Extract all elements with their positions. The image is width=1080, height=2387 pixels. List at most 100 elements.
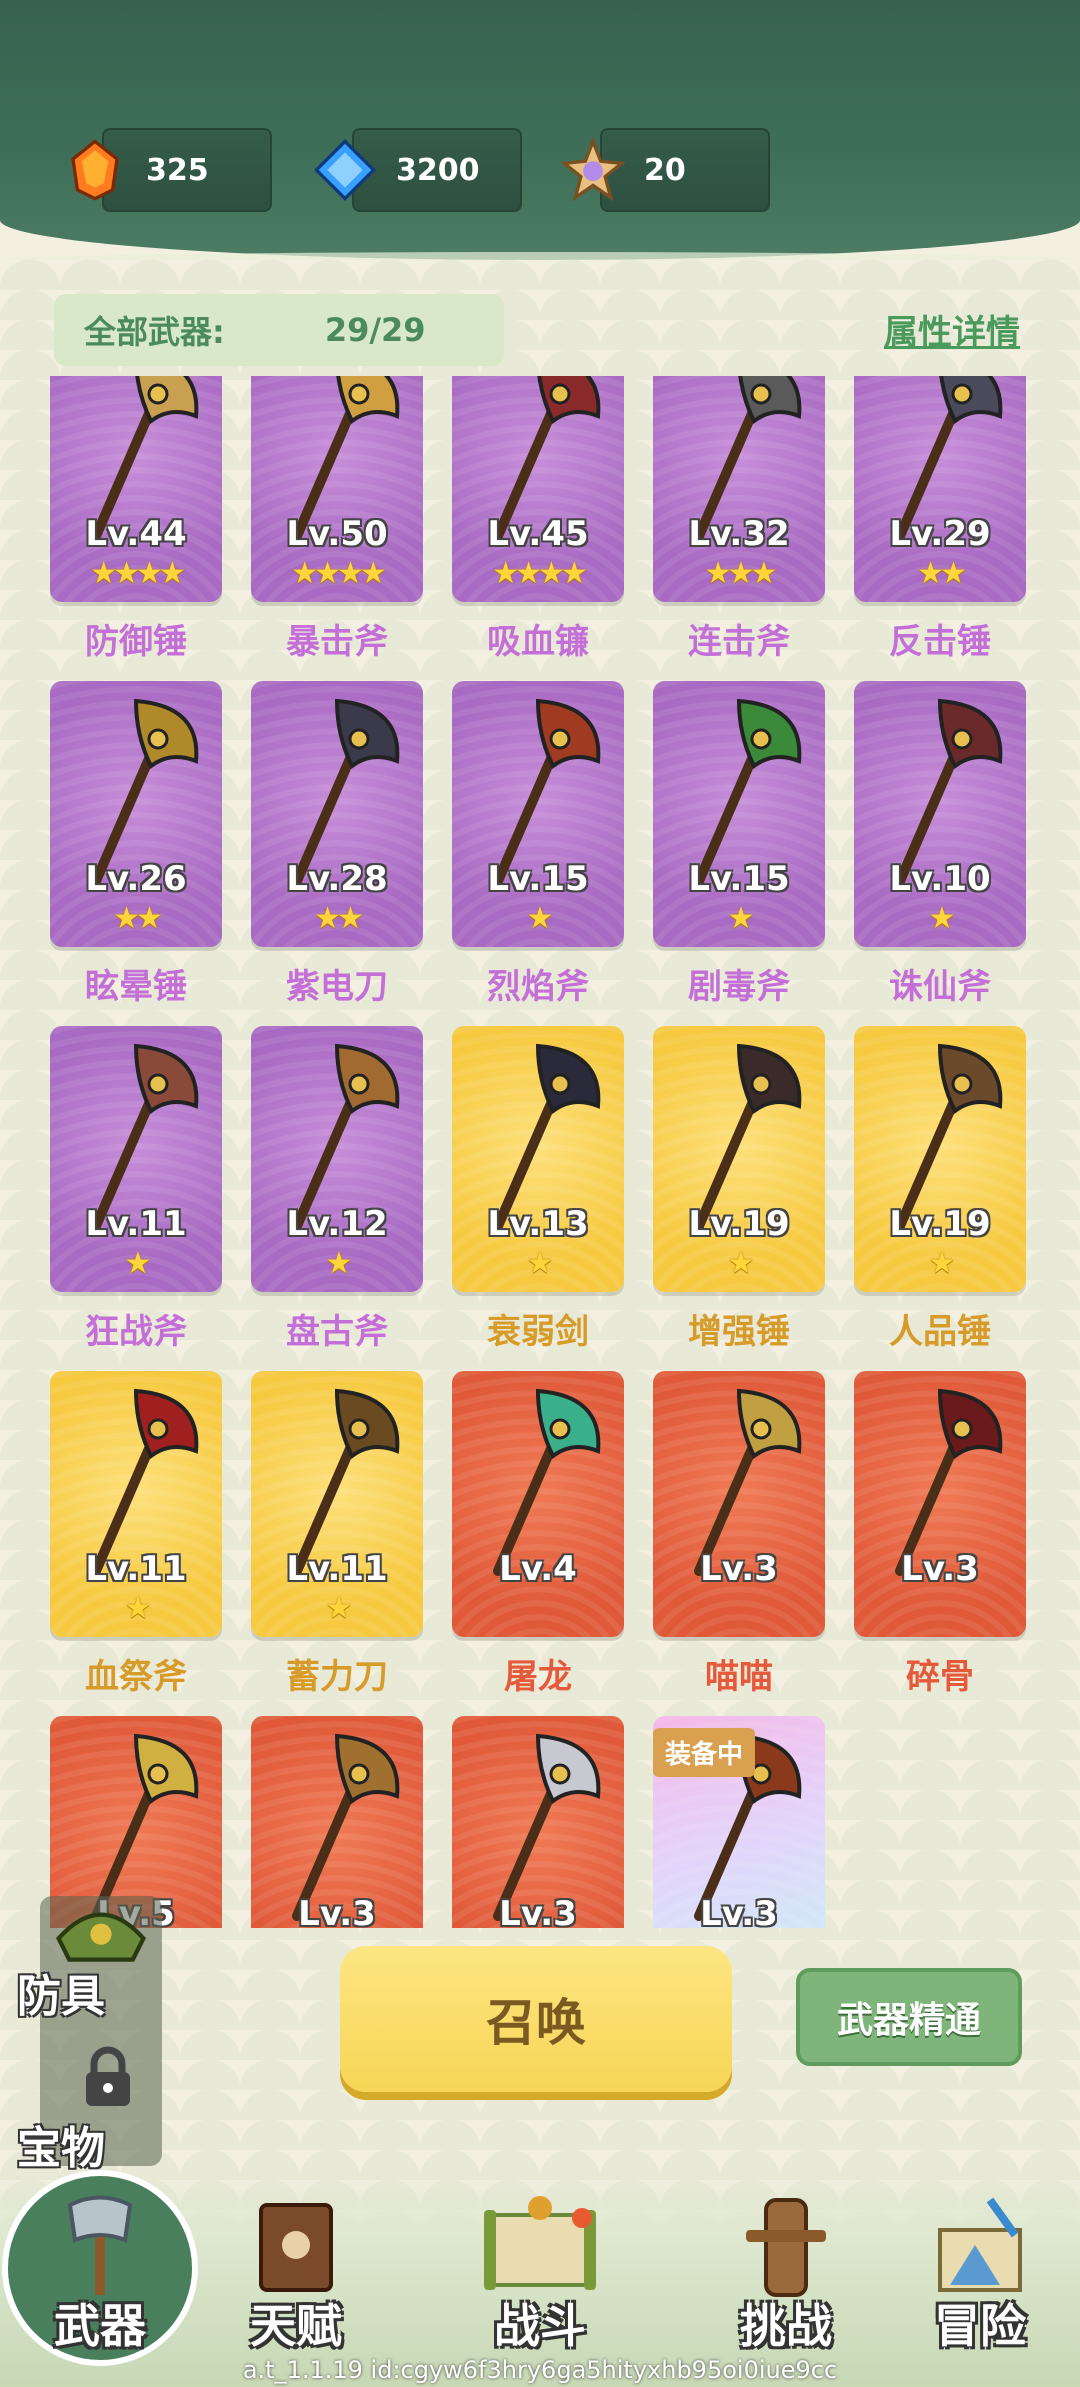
weapon-level: Lv.32 xyxy=(688,514,790,554)
weapon-card-frame: Lv.26 ★★ xyxy=(50,681,222,947)
weapon-level: Lv.3 xyxy=(700,1894,778,1928)
weapon-level: Lv.3 xyxy=(298,1894,376,1928)
weapon-card-frame: Lv.44 ★★★★ xyxy=(50,376,222,602)
weapon-mastery-button[interactable]: 武器精通 xyxy=(796,1968,1022,2066)
weapon-card-frame: Lv.10 ★ xyxy=(854,681,1026,947)
side-armor-button[interactable]: 防具 xyxy=(0,1960,122,2024)
equipped-badge: 装备中 xyxy=(653,1728,756,1777)
weapon-card-frame: Lv.4 xyxy=(452,1371,624,1637)
weapon-card[interactable]: Lv.32 ★★★ 连击斧 xyxy=(653,376,825,681)
weapon-card[interactable]: Lv.19 ★ 增强锤 xyxy=(653,1026,825,1371)
nav-adventure[interactable]: 冒险 xyxy=(880,2190,1080,2353)
nav-label: 天赋 xyxy=(250,2299,342,2353)
weapon-card[interactable]: Lv.28 ★★ 紫电刀 xyxy=(251,681,423,1026)
weapon-stars: ★ xyxy=(928,1246,956,1281)
weapon-card-frame: Lv.12 ★ xyxy=(251,1026,423,1292)
weapon-filter-bar[interactable]: 全部武器: 29/29 xyxy=(54,294,504,366)
weapon-name: 暴击斧 xyxy=(286,622,388,662)
nav-talent[interactable]: 天赋 xyxy=(196,2190,396,2353)
weapon-name: 剧毒斧 xyxy=(688,967,790,1007)
weapon-name: 防御锤 xyxy=(85,622,187,662)
weapon-level: Lv.11 xyxy=(85,1549,187,1589)
weapon-name: 喵喵 xyxy=(705,1657,773,1697)
nav-challenge[interactable]: 挑战 xyxy=(686,2190,886,2353)
weapon-grid: Lv.44 ★★★★ 防御锤 Lv.50 ★★★★ 暴击斧 Lv.45 ★★★★ 吸血镰 Lv.3… xyxy=(50,376,1026,1928)
weapon-card-frame: Lv.3 xyxy=(653,1371,825,1637)
weapon-card[interactable]: Lv.3 喵喵 xyxy=(653,1371,825,1716)
weapon-card[interactable]: Lv.11 ★ 血祭斧 xyxy=(50,1371,222,1716)
weapon-level: Lv.28 xyxy=(286,859,388,899)
fire-gem-icon xyxy=(71,139,119,201)
currency-blue-gem: 3200 xyxy=(312,128,522,212)
weapon-level: Lv.50 xyxy=(286,514,388,554)
weapon-card[interactable]: 装备中 Lv.3 xyxy=(653,1716,825,1928)
weapon-card[interactable]: Lv.11 ★ 狂战斧 xyxy=(50,1026,222,1371)
weapon-stars: ★ xyxy=(526,901,554,936)
weapon-card[interactable]: Lv.29 ★★ 反击锤 xyxy=(854,376,1026,681)
weapon-stars: ★★★★ xyxy=(90,556,186,591)
nav-label: 冒险 xyxy=(934,2299,1026,2353)
wooden-dummy-icon xyxy=(746,2198,826,2297)
weapon-card-frame: Lv.32 ★★★ xyxy=(653,376,825,602)
weapon-stars: ★ xyxy=(727,1246,755,1281)
nav-battle[interactable]: 战斗 xyxy=(440,2190,640,2353)
weapon-stars: ★ xyxy=(727,901,755,936)
filter-label: 全部武器: xyxy=(84,313,225,351)
weapon-name: 衰弱剑 xyxy=(487,1312,589,1352)
weapon-card-frame: Lv.28 ★★ xyxy=(251,681,423,947)
nav-label: 武器 xyxy=(54,2299,146,2353)
weapon-card[interactable]: Lv.15 ★ 烈焰斧 xyxy=(452,681,624,1026)
summon-button[interactable]: 召唤 xyxy=(340,1946,732,2092)
weapon-card[interactable]: Lv.19 ★ 人品锤 xyxy=(854,1026,1026,1371)
weapon-card[interactable]: Lv.50 ★★★★ 暴击斧 xyxy=(251,376,423,681)
weapon-card[interactable]: Lv.44 ★★★★ 防御锤 xyxy=(50,376,222,681)
weapon-level: Lv.13 xyxy=(487,1204,589,1244)
weapon-level: Lv.3 xyxy=(499,1894,577,1928)
weapon-name: 碎骨 xyxy=(906,1657,974,1697)
weapon-card-frame: Lv.50 ★★★★ xyxy=(251,376,423,602)
weapon-card[interactable]: Lv.13 ★ 衰弱剑 xyxy=(452,1026,624,1371)
weapon-name: 人品锤 xyxy=(889,1312,991,1352)
weapon-stars: ★★★ xyxy=(704,556,778,591)
weapon-card-frame: Lv.15 ★ xyxy=(452,681,624,947)
weapon-card[interactable]: Lv.3 xyxy=(251,1716,423,1928)
weapon-card-frame: Lv.3 xyxy=(452,1716,624,1928)
weapon-card[interactable]: Lv.12 ★ 盘古斧 xyxy=(251,1026,423,1371)
weapon-card[interactable]: Lv.3 碎骨 xyxy=(854,1371,1026,1716)
weapon-level: Lv.12 xyxy=(286,1204,388,1244)
blue-gem-icon xyxy=(314,139,376,201)
weapon-level: Lv.4 xyxy=(499,1549,577,1589)
weapon-card[interactable]: Lv.11 ★ 蓄力刀 xyxy=(251,1371,423,1716)
weapon-level: Lv.26 xyxy=(85,859,187,899)
weapon-grid-viewport[interactable]: Lv.44 ★★★★ 防御锤 Lv.50 ★★★★ 暴击斧 Lv.45 ★★★★ 吸血镰 Lv.3… xyxy=(0,376,1080,1928)
currency-value: 325 xyxy=(146,152,209,188)
weapon-card[interactable]: Lv.3 xyxy=(452,1716,624,1928)
armor-icon xyxy=(56,1912,146,1962)
weapon-name: 眩晕锤 xyxy=(85,967,187,1007)
weapon-stars: ★ xyxy=(124,1246,152,1281)
weapon-level: Lv.10 xyxy=(889,859,991,899)
weapon-level: Lv.19 xyxy=(889,1204,991,1244)
attribute-details-link[interactable]: 属性详情 xyxy=(884,305,1020,354)
weapon-card[interactable]: Lv.10 ★ 诛仙斧 xyxy=(854,681,1026,1026)
weapon-name: 反击锤 xyxy=(889,622,991,662)
weapon-card[interactable]: Lv.26 ★★ 眩晕锤 xyxy=(50,681,222,1026)
weapon-card[interactable]: Lv.4 屠龙 xyxy=(452,1371,624,1716)
side-treasure-button[interactable]: 宝物 xyxy=(0,2112,122,2176)
currency-value: 20 xyxy=(644,152,686,188)
nav-weapons[interactable]: 武器 xyxy=(0,2190,200,2353)
weapon-card[interactable]: Lv.45 ★★★★ 吸血镰 xyxy=(452,376,624,681)
scroll-map-icon xyxy=(484,2196,596,2290)
weapon-card-frame: 装备中 Lv.3 xyxy=(653,1716,825,1928)
weapon-name: 紫电刀 xyxy=(286,967,388,1007)
weapon-card-frame: Lv.3 xyxy=(854,1371,1026,1637)
weapon-stars: ★ xyxy=(325,1246,353,1281)
currency-star-token: 20 xyxy=(560,128,770,212)
weapon-stars: ★★★★ xyxy=(492,556,588,591)
weapon-card-frame: Lv.19 ★ xyxy=(854,1026,1026,1292)
weapon-name: 盘古斧 xyxy=(286,1312,388,1352)
weapon-card[interactable]: Lv.15 ★ 剧毒斧 xyxy=(653,681,825,1026)
version-id-text: a.t_1.1.19 id:cgyw6f3hry6ga5hityxhb95oi0… xyxy=(242,2356,838,2384)
weapon-level: Lv.11 xyxy=(286,1549,388,1589)
weapon-stars: ★ xyxy=(325,1591,353,1626)
